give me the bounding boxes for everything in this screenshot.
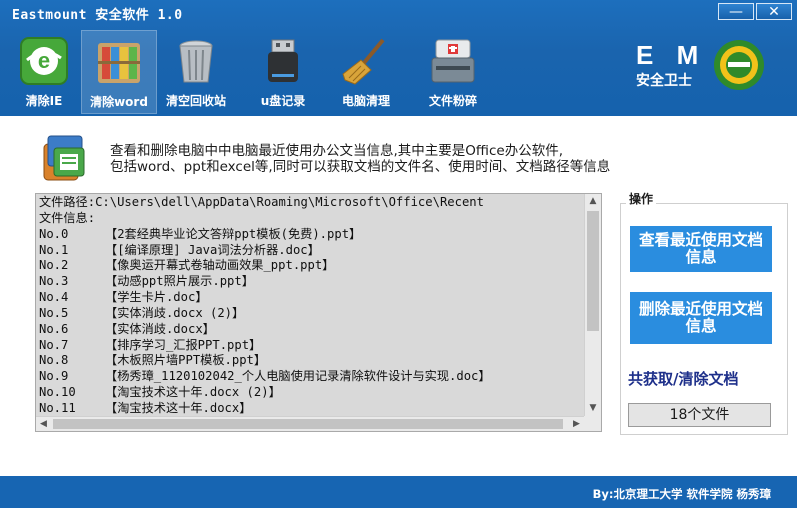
output-line: No.2 【像奥运开幕式卷轴动画效果_ppt.ppt】	[39, 258, 335, 273]
operations-group-title: 操作	[626, 190, 657, 207]
usb-drive-icon	[268, 39, 298, 82]
output-text[interactable]: 文件路径:C:\Users\dell\AppData\Roaming\Micro…	[37, 195, 586, 416]
tool-pc-cleanup-button[interactable]: 电脑清理	[328, 30, 404, 114]
tool-label: 清空回收站	[165, 94, 226, 108]
output-line: No.6 【实体消歧.docx】	[39, 321, 215, 336]
doc-count-label: 共获取/清除文档	[628, 370, 739, 388]
vertical-scroll-thumb[interactable]	[587, 211, 599, 331]
tool-clear-word-button[interactable]: 清除word	[81, 30, 157, 114]
tool-empty-recycle-bin-button[interactable]: 清空回收站	[158, 30, 234, 114]
logo-letters: E M	[636, 40, 707, 70]
output-line: 文件路径:C:\Users\dell\AppData\Roaming\Micro…	[39, 195, 484, 209]
view-recent-docs-button[interactable]: 查看最近使用文档信息	[630, 226, 772, 272]
scroll-right-icon[interactable]: ▶	[569, 417, 584, 432]
scrollbar-corner	[584, 416, 601, 431]
doc-count-field: 18个文件	[628, 403, 771, 427]
output-line: No.0 【2套经典毕业论文答辩ppt模板(免费).ppt】	[39, 226, 362, 241]
office-apps-icon	[43, 135, 85, 181]
shredder-icon	[431, 39, 475, 83]
output-line: No.9 【杨秀璋_1120102042_个人电脑使用记录清除软件设计与实现.d…	[39, 369, 491, 384]
books-icon	[98, 43, 140, 83]
output-line: No.8 【木板照片墙PPT模板.ppt】	[39, 353, 267, 368]
description-line: 查看和删除电脑中中电脑最近使用办公文当信息,其中主要是Office办公软件,	[110, 143, 563, 159]
horizontal-scrollbar[interactable]: ◀ ▶	[36, 416, 584, 431]
tool-label: 清除word	[90, 95, 148, 109]
output-line: No.11 【淘宝技术这十年.docx】	[39, 400, 252, 415]
output-line: 文件信息:	[39, 210, 96, 225]
output-textbox[interactable]: 文件路径:C:\Users\dell\AppData\Roaming\Micro…	[35, 193, 602, 432]
logo-caption: 安全卫士	[636, 73, 692, 89]
footer-credit: By:北京理工大学 软件学院 杨秀璋	[592, 487, 771, 501]
horizontal-scroll-thumb[interactable]	[53, 419, 563, 429]
tool-label: u盘记录	[260, 94, 306, 108]
delete-recent-docs-button[interactable]: 删除最近使用文档信息	[630, 292, 772, 344]
scroll-left-icon[interactable]: ◀	[36, 417, 51, 432]
close-button[interactable]: ✕	[756, 3, 792, 20]
output-line: No.7 【排序学习_汇报PPT.ppt】	[39, 337, 262, 352]
output-line: No.1 【[编译原理] Java词法分析器.doc】	[39, 242, 320, 257]
tool-label: 文件粉碎	[428, 94, 477, 108]
scroll-up-icon[interactable]: ▲	[585, 194, 601, 209]
tool-clear-ie-button[interactable]: e 清除IE	[6, 30, 82, 114]
brand-logo: E M 安全卫士	[632, 38, 772, 96]
scroll-down-icon[interactable]: ▼	[585, 401, 601, 416]
ie-icon: e	[20, 37, 68, 85]
tool-label: 清除IE	[25, 94, 63, 108]
output-line: No.5 【实体消歧.docx (2)】	[39, 305, 245, 320]
output-line: No.4 【学生卡片.doc】	[39, 290, 208, 305]
broom-icon	[342, 38, 385, 85]
footer-bar: By:北京理工大学 软件学院 杨秀璋	[0, 476, 797, 508]
tool-label: 电脑清理	[341, 94, 390, 108]
output-line: No.3 【动感ppt照片展示.ppt】	[39, 274, 254, 289]
tool-usb-records-button[interactable]: u盘记录	[245, 30, 321, 114]
e-logo-icon	[714, 40, 764, 90]
vertical-scrollbar[interactable]: ▲ ▼	[584, 194, 601, 416]
description-text: 查看和删除电脑中中电脑最近使用办公文当信息,其中主要是Office办公软件, 包…	[110, 143, 750, 175]
recycle-bin-icon	[179, 40, 213, 83]
tool-file-shred-button[interactable]: 文件粉碎	[415, 30, 491, 114]
app-window: Eastmount 安全软件 1.0 — ✕ e 清除IE 清除word 清空回…	[0, 0, 797, 508]
minimize-button[interactable]: —	[718, 3, 754, 20]
description-line: 包括word、ppt和excel等,同时可以获取文档的文件名、使用时间、文档路径…	[110, 159, 611, 175]
header-bar: Eastmount 安全软件 1.0 — ✕ e 清除IE 清除word 清空回…	[0, 0, 797, 116]
window-title: Eastmount 安全软件 1.0	[12, 8, 183, 23]
output-line: No.10 【淘宝技术这十年.docx (2)】	[39, 385, 281, 400]
